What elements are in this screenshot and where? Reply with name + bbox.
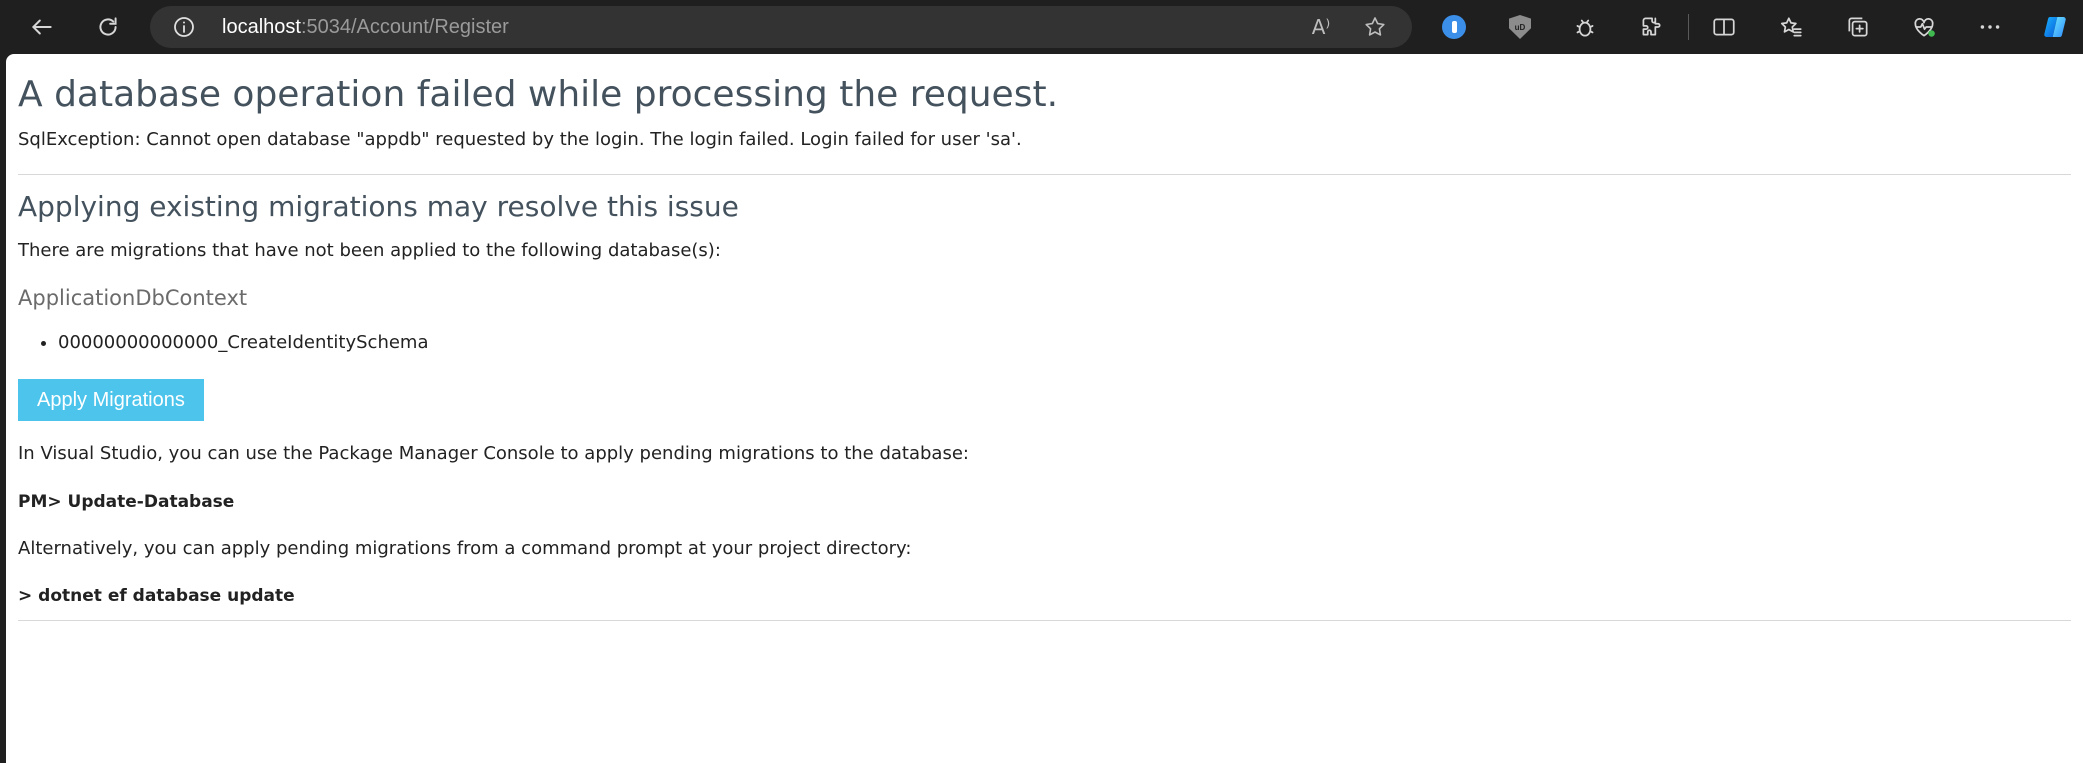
toolbar-separator bbox=[1688, 14, 1689, 40]
ublock-shield-icon[interactable]: uD bbox=[1502, 9, 1538, 45]
exception-message: SqlException: Cannot open database "appd… bbox=[18, 129, 1022, 150]
favorite-star-icon[interactable] bbox=[1362, 14, 1388, 40]
collections-icon[interactable] bbox=[1840, 9, 1876, 45]
url-host: localhost bbox=[222, 16, 301, 38]
bug-extension-icon[interactable] bbox=[1567, 9, 1603, 45]
more-options-icon[interactable] bbox=[1972, 9, 2008, 45]
browser-essentials-icon[interactable] bbox=[1906, 9, 1942, 45]
page-title: A database operation failed while proces… bbox=[18, 74, 1059, 115]
extensions-puzzle-icon[interactable] bbox=[1633, 9, 1669, 45]
visual-studio-instructions: In Visual Studio, you can use the Packag… bbox=[18, 443, 969, 464]
cli-instructions: Alternatively, you can apply pending mig… bbox=[18, 538, 912, 559]
password-manager-extension-icon[interactable] bbox=[1436, 9, 1472, 45]
copilot-icon[interactable] bbox=[2034, 6, 2076, 48]
back-icon[interactable] bbox=[24, 9, 60, 45]
read-aloud-icon[interactable]: A⁾ bbox=[1308, 14, 1334, 40]
address-bar[interactable]: localhost:5034/Account/Register A⁾ bbox=[150, 6, 1412, 48]
refresh-icon[interactable] bbox=[90, 9, 126, 45]
pm-console-command: PM> Update-Database bbox=[18, 492, 235, 512]
dotnet-cli-command: > dotnet ef database update bbox=[18, 586, 295, 606]
url-text[interactable]: localhost:5034/Account/Register bbox=[222, 16, 509, 38]
migrations-description: There are migrations that have not been … bbox=[18, 240, 721, 261]
page-viewport: A database operation failed while proces… bbox=[6, 54, 2083, 763]
migrations-heading: Applying existing migrations may resolve… bbox=[18, 190, 739, 223]
site-info-icon[interactable] bbox=[172, 15, 196, 39]
favorites-icon[interactable] bbox=[1773, 9, 1809, 45]
db-context-name: ApplicationDbContext bbox=[18, 286, 248, 310]
pending-migrations-list: 00000000000000_CreateIdentitySchema bbox=[58, 332, 429, 353]
divider-top bbox=[18, 174, 2071, 175]
apply-migrations-button[interactable]: Apply Migrations bbox=[18, 379, 204, 421]
divider-bottom bbox=[18, 620, 2071, 621]
url-path: :5034/Account/Register bbox=[300, 16, 509, 38]
browser-toolbar: localhost:5034/Account/Register A⁾ uD bbox=[0, 0, 2083, 54]
split-screen-icon[interactable] bbox=[1706, 9, 1742, 45]
list-item: 00000000000000_CreateIdentitySchema bbox=[58, 332, 429, 353]
